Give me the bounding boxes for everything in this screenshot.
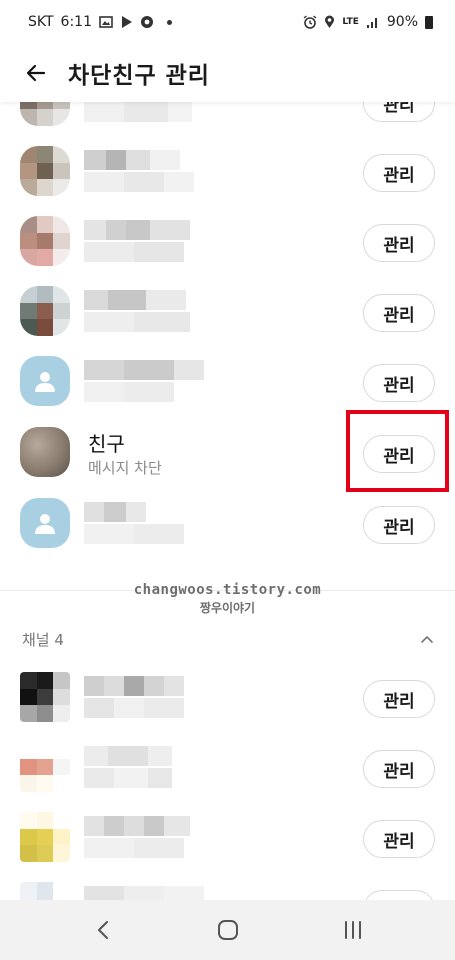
channel-avatar bbox=[20, 812, 70, 862]
app-header: 차단친구 관리 bbox=[0, 44, 455, 102]
status-bar: SKT 6:11 LTE 90% bbox=[0, 0, 455, 44]
default-profile-avatar bbox=[20, 498, 70, 548]
channel-name-blurred bbox=[84, 886, 210, 900]
channel-avatar bbox=[20, 882, 70, 900]
manage-button[interactable]: 관리 bbox=[363, 680, 435, 718]
chrome-icon bbox=[141, 16, 153, 28]
friend-block-status: 메시지 차단 bbox=[88, 459, 162, 477]
friend-avatar bbox=[20, 286, 70, 336]
channel-row[interactable]: 관리 bbox=[0, 874, 455, 900]
channel-name-blurred bbox=[84, 676, 210, 720]
friend-photo-avatar bbox=[20, 427, 70, 477]
arrow-left-icon bbox=[26, 64, 46, 82]
manage-button[interactable]: 관리 bbox=[363, 820, 435, 858]
back-button[interactable] bbox=[14, 51, 58, 95]
section-title-channels: 채널 4 bbox=[22, 631, 64, 649]
manage-button[interactable]: 관리 bbox=[363, 364, 435, 402]
status-left: SKT 6:11 bbox=[28, 14, 172, 30]
back-nav-button[interactable] bbox=[79, 906, 127, 954]
friend-avatar bbox=[20, 146, 70, 196]
recents-nav-button[interactable] bbox=[329, 906, 377, 954]
blocked-friends-list[interactable]: 관리 관리 관리 관리 관리 친구 메시지 차단 관리 관리 관리 관리 관리 bbox=[0, 102, 455, 900]
friend-name-blurred bbox=[84, 220, 210, 264]
channel-name-blurred bbox=[84, 816, 210, 860]
manage-button[interactable]: 관리 bbox=[363, 294, 435, 332]
default-profile-avatar bbox=[20, 356, 70, 406]
friend-row[interactable]: 관리 bbox=[0, 490, 455, 560]
location-icon bbox=[325, 15, 335, 28]
friend-name-blurred bbox=[84, 502, 210, 546]
clock-label: 6:11 bbox=[60, 14, 92, 30]
manage-button[interactable]: 관리 bbox=[363, 890, 435, 900]
manage-button[interactable]: 관리 bbox=[363, 750, 435, 788]
friend-name-blurred bbox=[84, 150, 210, 194]
alarm-icon bbox=[303, 15, 317, 29]
friend-row[interactable]: 관리 bbox=[0, 138, 455, 208]
signal-icon bbox=[366, 17, 377, 28]
channel-row[interactable]: 관리 bbox=[0, 804, 455, 874]
chevron-up-icon bbox=[421, 635, 433, 643]
home-nav-icon bbox=[217, 920, 238, 940]
play-store-icon bbox=[122, 16, 132, 28]
person-icon bbox=[35, 372, 55, 392]
highlight-annotation bbox=[346, 410, 449, 492]
friend-name-blurred bbox=[84, 360, 210, 404]
friend-name-blurred bbox=[84, 102, 210, 124]
friend-row[interactable]: 관리 bbox=[0, 278, 455, 348]
status-right: LTE 90% bbox=[303, 14, 433, 30]
friend-avatar bbox=[20, 216, 70, 266]
back-nav-icon bbox=[97, 921, 108, 939]
friend-row[interactable]: 관리 bbox=[0, 348, 455, 418]
battery-percent: 90% bbox=[386, 14, 418, 30]
channel-row[interactable]: 관리 bbox=[0, 734, 455, 804]
manage-button[interactable]: 관리 bbox=[363, 506, 435, 544]
system-nav-bar bbox=[0, 900, 455, 960]
home-nav-button[interactable] bbox=[204, 906, 252, 954]
friend-avatar bbox=[20, 102, 70, 126]
channel-row[interactable]: 관리 bbox=[0, 664, 455, 734]
channel-name-blurred bbox=[84, 746, 210, 790]
friend-name-blurred bbox=[84, 290, 210, 334]
section-divider bbox=[0, 590, 455, 591]
collapse-button[interactable] bbox=[416, 628, 438, 650]
carrier-label: SKT bbox=[28, 14, 54, 30]
recents-nav-icon bbox=[344, 921, 361, 939]
page-title: 차단친구 관리 bbox=[68, 63, 210, 89]
person-icon bbox=[35, 514, 55, 534]
manage-button[interactable]: 관리 bbox=[363, 102, 435, 122]
channel-avatar bbox=[20, 742, 70, 792]
notification-dot-icon bbox=[167, 19, 172, 25]
channel-avatar bbox=[20, 672, 70, 722]
battery-icon bbox=[425, 15, 433, 29]
gallery-icon bbox=[99, 16, 113, 28]
lte-icon: LTE bbox=[342, 17, 359, 27]
friend-row[interactable]: 관리 bbox=[0, 208, 455, 278]
friend-name: 친구 bbox=[88, 432, 125, 456]
friend-row[interactable]: 관리 bbox=[0, 102, 455, 138]
manage-button[interactable]: 관리 bbox=[363, 224, 435, 262]
manage-button[interactable]: 관리 bbox=[363, 154, 435, 192]
